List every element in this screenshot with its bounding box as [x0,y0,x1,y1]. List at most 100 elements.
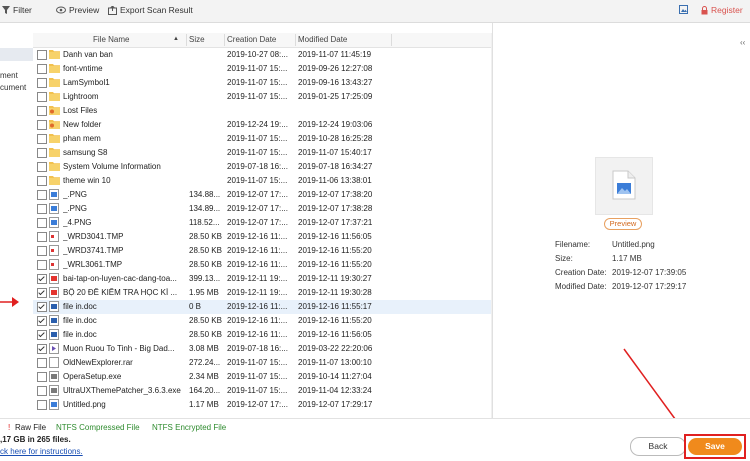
row-checkbox[interactable] [37,302,47,312]
row-checkbox[interactable] [37,50,47,60]
row-checkbox[interactable] [37,330,47,340]
register-label: Register [711,5,743,15]
creation-date-cell: 2019-11-07 15:... [227,64,288,73]
row-checkbox[interactable] [37,274,47,284]
row-checkbox[interactable] [37,78,47,88]
row-checkbox[interactable] [37,316,47,326]
collapse-icon[interactable]: ‹‹ [740,38,745,47]
size-value: 1.17 MB [612,254,642,263]
table-row[interactable]: Lost Files [33,104,492,118]
table-row[interactable]: _WRL3061.TMP 28.50 KB 2019-12-16 11:... 201… [33,258,492,272]
column-header-file-name[interactable]: File Name [93,35,129,44]
row-checkbox[interactable] [37,218,47,228]
table-row[interactable]: New folder 2019-12-24 19:... 2019-12-24 19… [33,118,492,132]
lock-icon [701,5,708,15]
row-checkbox[interactable] [37,176,47,186]
register-button[interactable]: Register [701,5,743,15]
file-size-cell: 28.50 KB [189,232,222,241]
table-row[interactable]: _.PNG 134.88... 2019-12-07 17:... 2019-12-0… [33,188,492,202]
table-row[interactable]: phan mem 2019-11-07 15:... 2019-10-28 16:2… [33,132,492,146]
table-row[interactable]: samsung S8 2019-11-07 15:... 2019-11-07 15… [33,146,492,160]
table-row[interactable]: _.PNG 134.89... 2019-12-07 17:... 2019-12-0… [33,202,492,216]
table-row[interactable]: Muon Ruou To Tinh - Big Dad... 3.08 MB 201… [33,342,492,356]
table-row[interactable]: OperaSetup.exe 2.34 MB 2019-11-07 15:... 20… [33,370,492,384]
back-button[interactable]: Back [630,437,686,456]
modified-date-cell: 2019-09-26 12:27:08 [298,64,373,73]
column-header-creation-date[interactable]: Creation Date [227,35,276,44]
table-row[interactable]: bai-tap-on-luyen-cac-dang-toa... 399.13..… [33,272,492,286]
modified-date-cell: 2019-12-16 11:56:05 [298,330,372,339]
preview-toolbar-button[interactable]: Preview [56,5,99,15]
table-row[interactable]: System Volume Information 2019-07-18 16:.… [33,160,492,174]
table-row[interactable]: _4.PNG 118.52... 2019-12-07 17:... 2019-12-… [33,216,492,230]
table-row[interactable]: OldNewExplorer.rar 272.24... 2019-11-07 15… [33,356,492,370]
filter-button[interactable]: Filter [2,5,32,15]
lost-folder-icon [49,105,60,116]
modified-date-cell: 2019-12-16 11:55:20 [298,246,372,255]
table-row[interactable]: Danh van ban 2019-10-27 08:... 2019-11-07 … [33,48,492,62]
image-file-icon [49,203,60,214]
table-row[interactable]: Untitled.png 1.17 MB 2019-12-07 17:... 2019… [33,398,492,412]
file-size-cell: 272.24... [189,358,221,367]
sort-arrow-icon[interactable]: ▲ [173,36,179,42]
file-name-cell: font-vntime [63,64,103,73]
modified-date-cell: 2019-10-14 11:27:04 [298,372,372,381]
table-row[interactable]: theme win 10 2019-11-07 15:... 2019-11-06 … [33,174,492,188]
column-header-size[interactable]: Size [189,35,205,44]
tree-item-document-2[interactable]: cument [0,83,26,92]
row-checkbox[interactable] [37,204,47,214]
row-checkbox[interactable] [37,358,47,368]
row-checkbox[interactable] [37,190,47,200]
row-checkbox[interactable] [37,400,47,410]
tree-item-selected[interactable] [0,48,33,61]
row-checkbox[interactable] [37,288,47,298]
filter-icon [2,6,10,14]
row-checkbox[interactable] [37,232,47,242]
creation-date-cell: 2019-11-07 15:... [227,386,288,395]
file-name-cell: samsung S8 [63,148,108,157]
row-checkbox[interactable] [37,386,47,396]
row-checkbox[interactable] [37,344,47,354]
table-row[interactable]: file in.doc 28.50 KB 2019-12-16 11:... 2019… [33,328,492,342]
row-checkbox[interactable] [37,162,47,172]
save-button[interactable]: Save [688,438,742,455]
row-checkbox[interactable] [37,246,47,256]
table-row[interactable]: LamSymbol1 2019-11-07 15:... 2019-09-16 13… [33,76,492,90]
table-row[interactable]: Lightroom 2019-11-07 15:... 2019-01-25 17:… [33,90,492,104]
file-name-cell: OldNewExplorer.rar [63,358,133,367]
account-button[interactable] [679,5,688,14]
instructions-link[interactable]: ck here for instructions. [0,447,83,456]
modified-date-cell: 2019-07-18 16:34:27 [298,162,373,171]
preview-button[interactable]: Preview [604,218,642,230]
file-name-cell: phan mem [63,134,101,143]
row-checkbox[interactable] [37,106,47,116]
video-file-icon [49,343,60,354]
column-header-modified-date[interactable]: Modified Date [298,35,347,44]
tmp-file-icon [49,259,60,270]
table-row[interactable]: file in.doc 28.50 KB 2019-12-16 11:... 2019… [33,314,492,328]
table-row[interactable]: font-vntime 2019-11-07 15:... 2019-09-26 1… [33,62,492,76]
file-size-cell: 3.08 MB [189,344,219,353]
row-checkbox[interactable] [37,372,47,382]
table-row[interactable]: file in.doc 0 B 2019-12-16 11:... 2019-12-1… [33,300,492,314]
row-checkbox[interactable] [37,260,47,270]
table-row[interactable]: _WRD3741.TMP 28.50 KB 2019-12-16 11:... 201… [33,244,492,258]
file-size-cell: 399.13... [189,274,221,283]
table-row[interactable]: UltraUXThemePatcher_3.6.3.exe 164.20... 20… [33,384,492,398]
modified-date-cell: 2019-12-07 17:29:17 [298,400,373,409]
row-checkbox[interactable] [37,92,47,102]
modified-date-cell: 2019-11-06 13:38:01 [298,176,372,185]
table-row[interactable]: _WRD3041.TMP 28.50 KB 2019-12-16 11:... 201… [33,230,492,244]
export-scan-result-button[interactable]: Export Scan Result [108,5,193,15]
row-checkbox[interactable] [37,148,47,158]
creation-date-cell: 2019-12-07 17:... [227,190,288,199]
row-checkbox[interactable] [37,64,47,74]
folder-icon [49,63,60,74]
creation-date-cell: 2019-11-07 15:... [227,78,288,87]
row-checkbox[interactable] [37,134,47,144]
tree-item-document[interactable]: ment [0,71,18,80]
raw-file-legend: Raw File [15,423,47,432]
row-checkbox[interactable] [37,120,47,130]
table-row[interactable]: BỘ 20 ĐỀ KIỂM TRA HỌC KÌ ... 1.95 MB 2019-… [33,286,492,300]
eye-icon [56,6,66,14]
